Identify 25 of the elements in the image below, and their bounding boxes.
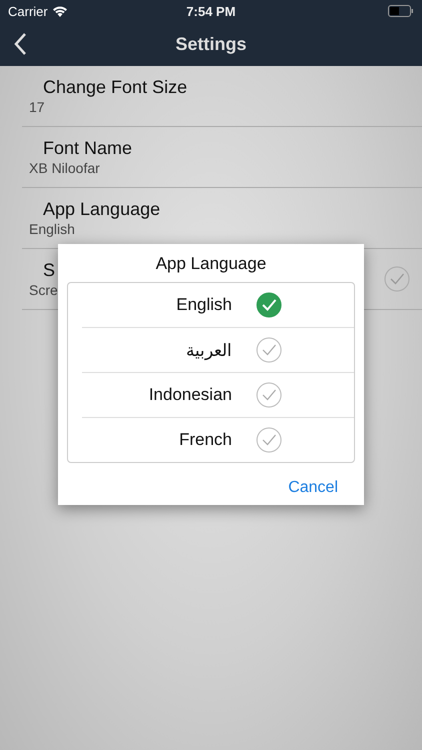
cancel-button[interactable]: Cancel	[280, 475, 355, 501]
check-icon	[256, 382, 282, 408]
nav-title: Settings	[176, 34, 246, 54]
carrier-label: Carrier	[8, 4, 48, 18]
check-icon[interactable]	[384, 266, 410, 292]
check-icon	[256, 427, 282, 453]
wifi-icon	[52, 5, 68, 17]
battery-icon	[388, 5, 414, 17]
setting-value: XB Niloofar	[28, 159, 100, 177]
language-option[interactable]: Indonesian	[82, 373, 354, 418]
status-time: 7:54 PM	[185, 4, 237, 18]
setting-title: Font Name	[42, 137, 132, 159]
check-icon	[256, 337, 282, 363]
language-option[interactable]: English	[82, 283, 354, 328]
setting-title: S	[42, 259, 56, 281]
dialog-title: App Language	[154, 253, 268, 275]
language-option[interactable]: French	[82, 418, 354, 462]
setting-value: English	[28, 220, 75, 238]
language-option[interactable]: العربية	[82, 328, 354, 373]
setting-value: 17	[28, 98, 45, 116]
back-icon[interactable]	[13, 32, 27, 56]
setting-value: Scre	[28, 281, 58, 299]
setting-title: App Language	[42, 198, 160, 220]
setting-title: Change Font Size	[42, 76, 188, 98]
check-icon	[256, 292, 282, 318]
